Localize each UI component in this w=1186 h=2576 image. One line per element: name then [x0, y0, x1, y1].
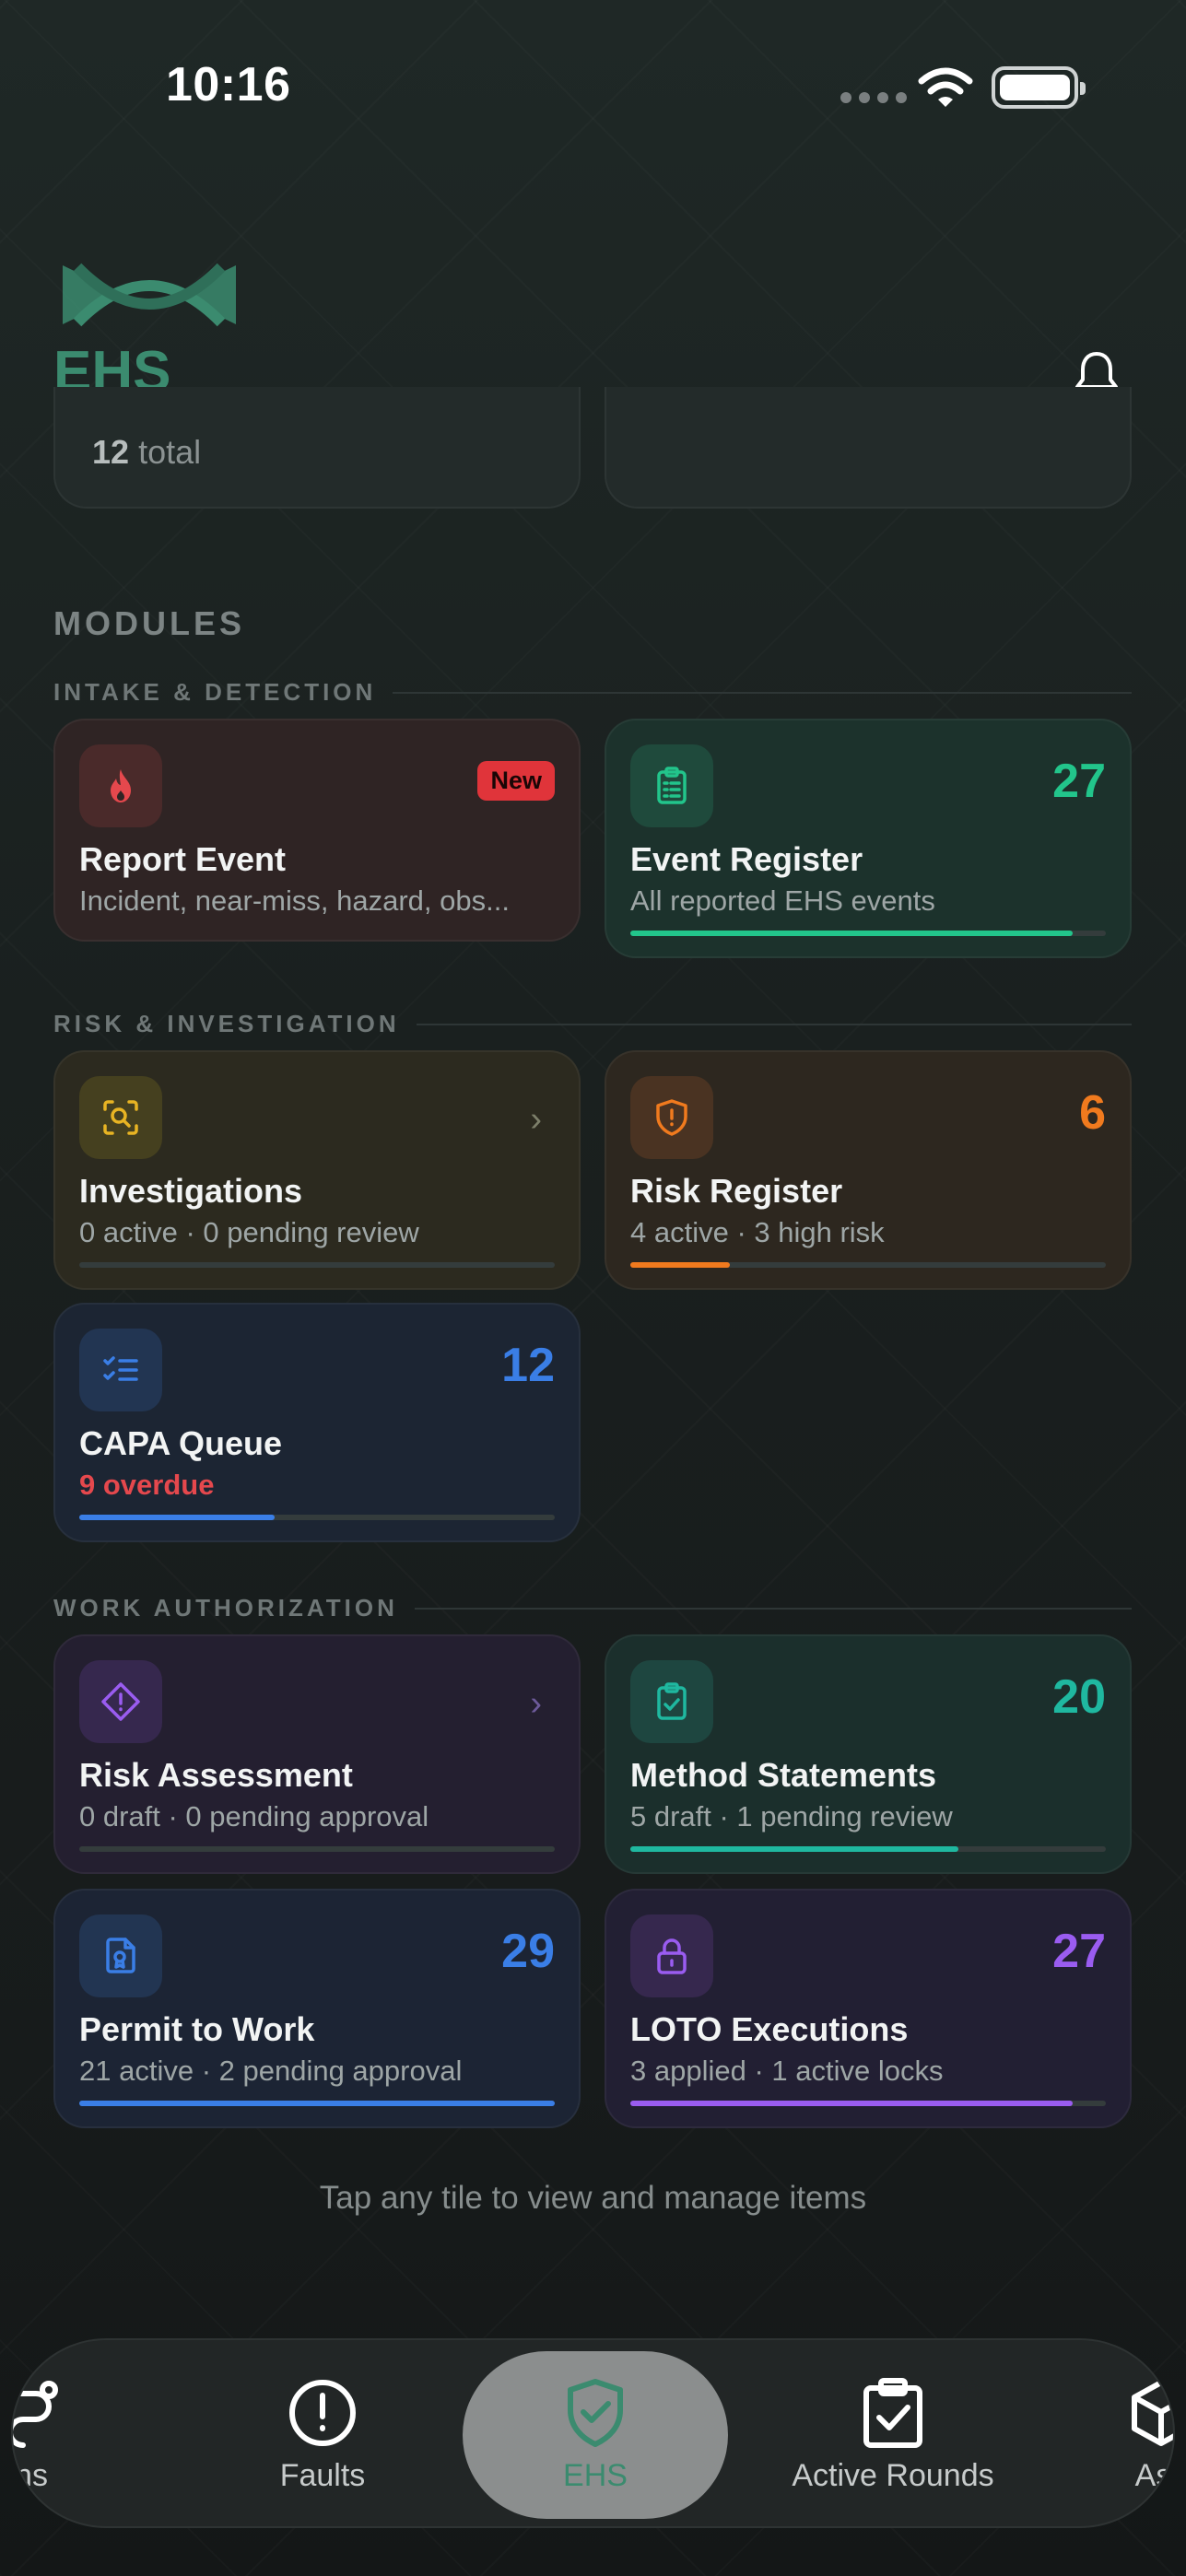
clipboard-check-icon: [863, 2377, 922, 2448]
alert-circle-icon: [289, 2379, 356, 2446]
tile-subtitle: 3 applied · 1 active locks: [630, 2055, 944, 2087]
clipboard-list-icon: [630, 744, 713, 827]
scan-search-icon: [79, 1076, 162, 1159]
hint-text: Tap any tile to view and manage items: [319, 2180, 867, 2216]
tile-method-statements[interactable]: 20 Method Statements 5 draft · 1 pending…: [605, 1634, 1132, 1874]
tile-investigations[interactable]: › Investigations 0 active · 0 pending re…: [53, 1050, 581, 1290]
tile-subtitle: 4 active · 3 high risk: [630, 1216, 885, 1248]
tile-count: 6: [1079, 1086, 1106, 1140]
tile-progress: [630, 1262, 1106, 1268]
summary-total: 12 total: [92, 433, 202, 471]
file-badge-icon: [79, 1914, 162, 1997]
nav-item-assets[interactable]: Ass: [1106, 2340, 1173, 2526]
tile-progress: [79, 1262, 555, 1268]
tile-event-register[interactable]: 27 Event Register All reported EHS event…: [605, 719, 1132, 958]
tile-count: 20: [1052, 1670, 1106, 1724]
tile-subtitle: Incident, near-miss, hazard, obs...: [79, 884, 510, 917]
status-time: 10:16: [166, 58, 291, 111]
tile-subtitle: 21 active · 2 pending approval: [79, 2055, 463, 2087]
tile-title: Report Event: [79, 840, 287, 878]
new-badge: New: [477, 761, 555, 801]
bottom-nav: ns Faults EHS Active Rounds Ass: [11, 2338, 1175, 2528]
tile-title: CAPA Queue: [79, 1424, 283, 1462]
tile-progress: [630, 2101, 1106, 2106]
tile-capa-queue[interactable]: 12 CAPA Queue 9 overdue: [53, 1303, 581, 1542]
nav-item-faults[interactable]: Faults: [240, 2340, 405, 2526]
battery-icon: [992, 66, 1086, 109]
modules-heading: MODULES: [53, 604, 245, 642]
tile-progress: [79, 1846, 555, 1852]
section-risk-investigation: RISK & INVESTIGATION: [53, 1010, 1132, 1038]
ehs-logo-icon: [63, 263, 236, 327]
tile-count: 29: [501, 1925, 555, 1978]
tile-count: 27: [1052, 755, 1106, 808]
tile-progress: [79, 1515, 555, 1520]
tile-title: Permit to Work: [79, 2010, 315, 2048]
section-intake-detection: INTAKE & DETECTION: [53, 678, 1132, 707]
summary-card-right[interactable]: [605, 387, 1132, 509]
flame-icon: [79, 744, 162, 827]
chevron-right-icon: ›: [530, 1100, 542, 1139]
tile-title: Risk Assessment: [79, 1756, 353, 1794]
nav-item-ehs[interactable]: EHS: [463, 2351, 728, 2519]
shield-check-icon: [568, 2378, 623, 2447]
tile-report-event[interactable]: New Report Event Incident, near-miss, ha…: [53, 719, 581, 942]
rounds-icon: [13, 2380, 58, 2448]
tile-risk-assessment[interactable]: › Risk Assessment 0 draft · 0 pending ap…: [53, 1634, 581, 1874]
nav-item-rounds[interactable]: ns: [13, 2340, 87, 2526]
tile-count: 12: [501, 1339, 555, 1392]
diamond-alert-icon: [79, 1660, 162, 1743]
wifi-icon: [918, 67, 973, 107]
tile-title: Investigations: [79, 1172, 303, 1210]
tile-title: LOTO Executions: [630, 2010, 909, 2048]
lock-icon: [630, 1914, 713, 1997]
tile-count: 27: [1052, 1925, 1106, 1978]
tile-subtitle: 0 active · 0 pending review: [79, 1216, 419, 1248]
clipboard-check-icon: [630, 1660, 713, 1743]
status-bar: 10:16: [0, 0, 1186, 175]
chevron-right-icon: ›: [530, 1684, 542, 1723]
tile-loto-executions[interactable]: 27 LOTO Executions 3 applied · 1 active …: [605, 1889, 1132, 2128]
tile-risk-register[interactable]: 6 Risk Register 4 active · 3 high risk: [605, 1050, 1132, 1290]
shield-alert-icon: [630, 1076, 713, 1159]
tile-title: Method Statements: [630, 1756, 937, 1794]
summary-card-left[interactable]: 12 total: [53, 387, 581, 509]
tile-permit-to-work[interactable]: 29 Permit to Work 21 active · 2 pending …: [53, 1889, 581, 2128]
tile-progress: [79, 2101, 555, 2106]
list-checks-icon: [79, 1329, 162, 1411]
tile-subtitle: 5 draft · 1 pending review: [630, 1800, 953, 1832]
tile-progress: [630, 931, 1106, 936]
tile-title: Risk Register: [630, 1172, 843, 1210]
cube-icon: [1132, 2379, 1173, 2446]
tile-subtitle: All reported EHS events: [630, 884, 935, 917]
nav-item-active-rounds[interactable]: Active Rounds: [769, 2340, 1017, 2526]
section-work-authorization: WORK AUTHORIZATION: [53, 1594, 1132, 1622]
tile-subtitle: 0 draft · 0 pending approval: [79, 1800, 429, 1832]
signal-dots-icon: [840, 92, 907, 103]
tile-title: Event Register: [630, 840, 863, 878]
tile-progress: [630, 1846, 1106, 1852]
overdue-text: 9 overdue: [79, 1469, 215, 1501]
